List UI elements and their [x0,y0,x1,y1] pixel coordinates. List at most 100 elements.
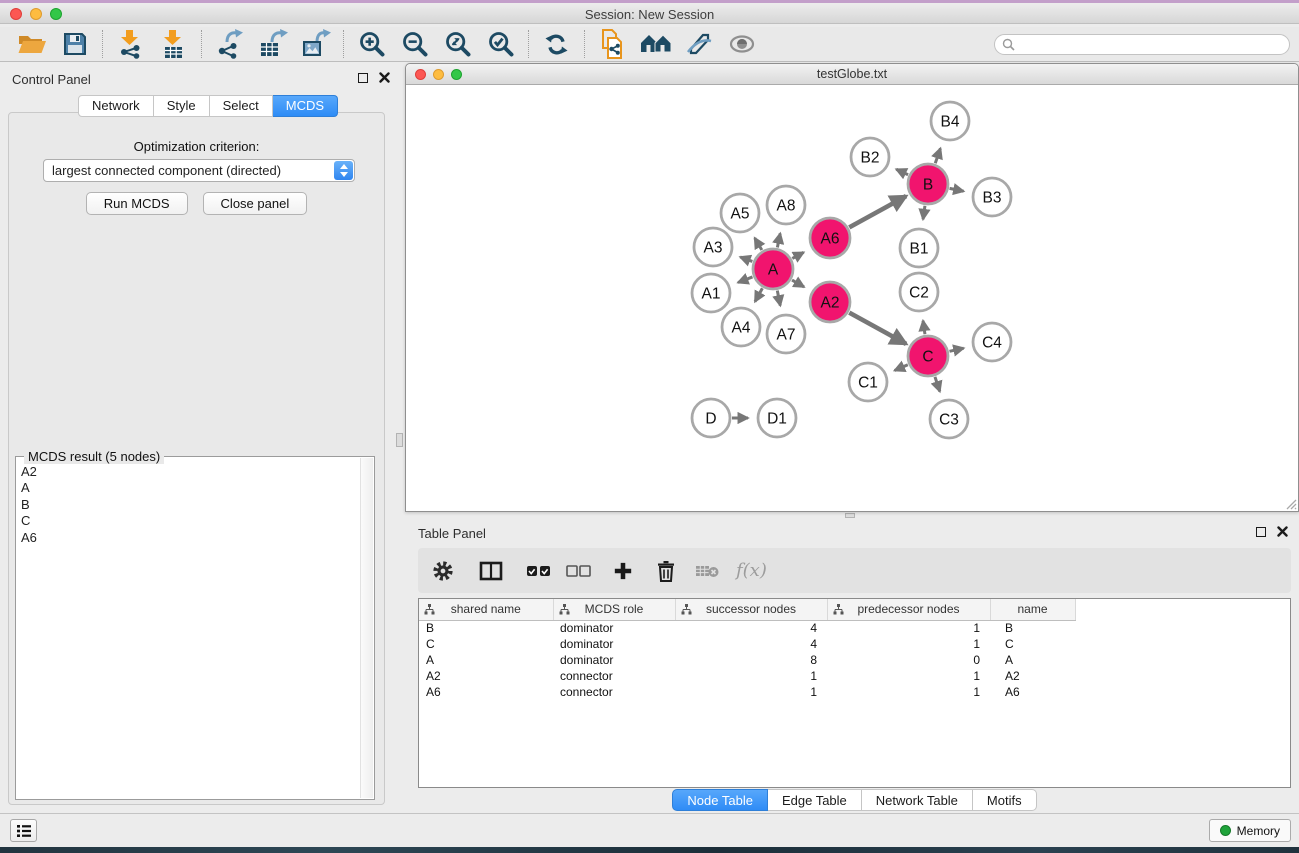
zoom-out-button[interactable] [393,28,436,60]
function-builder-button[interactable]: f(x) [736,548,767,593]
table-tabs: Node Table Edge Table Network Table Moti… [418,789,1291,811]
vertical-split-grip[interactable] [396,433,403,447]
hide-labels-button[interactable] [677,28,720,60]
edge-A-A5[interactable] [755,238,762,250]
eye-icon [727,32,757,56]
table-panel-float-button[interactable] [1256,527,1266,537]
table-settings-button[interactable] [426,548,460,593]
table-row[interactable]: B dominator 4 1 B [419,620,1290,636]
edge-B-B3[interactable] [950,188,964,191]
document-network-icon [599,28,627,60]
edge-A-A8[interactable] [777,233,780,247]
column-header-predecessor-nodes[interactable]: predecessor nodes [827,599,990,620]
node-label-C: C [922,349,933,366]
delete-column-button[interactable] [652,548,680,593]
control-panel-float-button[interactable] [358,73,368,83]
table-panel-close-icon[interactable] [1277,526,1288,537]
export-table-button[interactable] [251,28,294,60]
desktop-strip [0,847,1299,853]
add-column-button[interactable] [608,548,638,593]
select-all-button[interactable] [524,548,554,593]
tab-node-table[interactable]: Node Table [672,789,768,811]
export-network-button[interactable] [208,28,251,60]
table-row[interactable]: A6 connector 1 1 A6 [419,684,1290,700]
deselect-all-button[interactable] [564,548,594,593]
resize-grip-icon[interactable] [1283,496,1297,510]
tab-network[interactable]: Network [78,95,154,117]
node-label-A4: A4 [732,320,751,337]
control-panel-close-icon[interactable] [379,72,390,83]
refresh-button[interactable] [535,28,578,60]
column-header-mcds-role[interactable]: MCDS role [553,599,675,620]
unchecked-boxes-icon [566,565,592,577]
import-table-button[interactable] [152,28,195,60]
zoom-fit-button[interactable] [436,28,479,60]
empty-header [1075,599,1290,620]
plus-icon [613,561,633,581]
dropdown-stepper-icon[interactable] [334,161,353,180]
edge-A-A6[interactable] [792,252,803,258]
node-label-C1: C1 [858,375,878,392]
tab-network-table[interactable]: Network Table [862,789,973,811]
houses-button[interactable] [634,28,677,60]
memory-button[interactable]: Memory [1209,819,1291,842]
zoom-out-icon [401,30,429,58]
table-row[interactable]: A2 connector 1 1 A2 [419,668,1290,684]
mcds-result-list[interactable]: A2 A B C A6 [18,464,358,797]
result-item[interactable]: C [21,513,358,529]
search-input[interactable] [994,34,1290,55]
run-mcds-button[interactable]: Run MCDS [86,192,188,215]
tab-style[interactable]: Style [154,95,210,117]
eye-button[interactable] [720,28,763,60]
export-image-button[interactable] [294,28,337,60]
node-label-A3: A3 [704,240,723,257]
edge-A-A4[interactable] [755,288,762,301]
refresh-icon [543,31,570,58]
tab-motifs[interactable]: Motifs [973,789,1037,811]
edge-A6-B[interactable] [849,196,906,227]
document-network-button[interactable] [591,28,634,60]
result-item[interactable]: A2 [21,464,358,480]
column-header-name[interactable]: name [990,599,1075,620]
tab-edge-table[interactable]: Edge Table [768,789,862,811]
save-session-button[interactable] [53,28,96,60]
edge-B-B2[interactable] [896,169,908,174]
result-item[interactable]: A [21,480,358,496]
horizontal-split-grip[interactable] [845,513,855,518]
delete-table-button[interactable] [692,548,722,593]
edge-A-A7[interactable] [777,291,780,306]
edge-A-A1[interactable] [738,277,752,283]
zoom-selected-button[interactable] [479,28,522,60]
zoom-in-button[interactable] [350,28,393,60]
show-columns-button[interactable] [474,548,508,593]
network-canvas[interactable]: AA1A3A5A8A4A7A6A2BB2B4B3B1CC2C4C1C3DD1 [406,85,1298,511]
column-header-successor-nodes[interactable]: successor nodes [675,599,827,620]
column-header-shared-name[interactable]: shared name [419,599,553,620]
edge-C-C3[interactable] [935,377,940,392]
table-row[interactable]: C dominator 4 1 C [419,636,1290,652]
network-column-icon [424,604,435,615]
edge-C-C4[interactable] [949,348,963,351]
import-network-button[interactable] [109,28,152,60]
tab-select[interactable]: Select [210,95,273,117]
close-panel-button[interactable]: Close panel [203,192,308,215]
task-history-button[interactable] [10,819,37,842]
search-icon [1002,38,1015,51]
result-scrollbar[interactable] [360,458,373,798]
criterion-dropdown[interactable]: largest connected component (directed) [43,159,355,182]
result-item[interactable]: B [21,497,358,513]
edge-A-A2[interactable] [792,280,804,287]
edge-C-C1[interactable] [895,365,908,371]
tab-mcds[interactable]: MCDS [273,95,338,117]
table-row[interactable]: A dominator 8 0 A [419,652,1290,668]
edge-B-B1[interactable] [923,206,925,219]
mcds-panel: Optimization criterion: largest connecte… [8,112,385,805]
network-window-titlebar[interactable]: testGlobe.txt [406,64,1298,85]
open-file-button[interactable] [10,28,53,60]
main-toolbar [0,27,1299,62]
edge-C-C2[interactable] [923,321,925,334]
edge-A-A3[interactable] [740,257,752,261]
result-item[interactable]: A6 [21,530,358,546]
edge-B-B4[interactable] [935,148,940,163]
edge-A2-C[interactable] [849,313,906,344]
